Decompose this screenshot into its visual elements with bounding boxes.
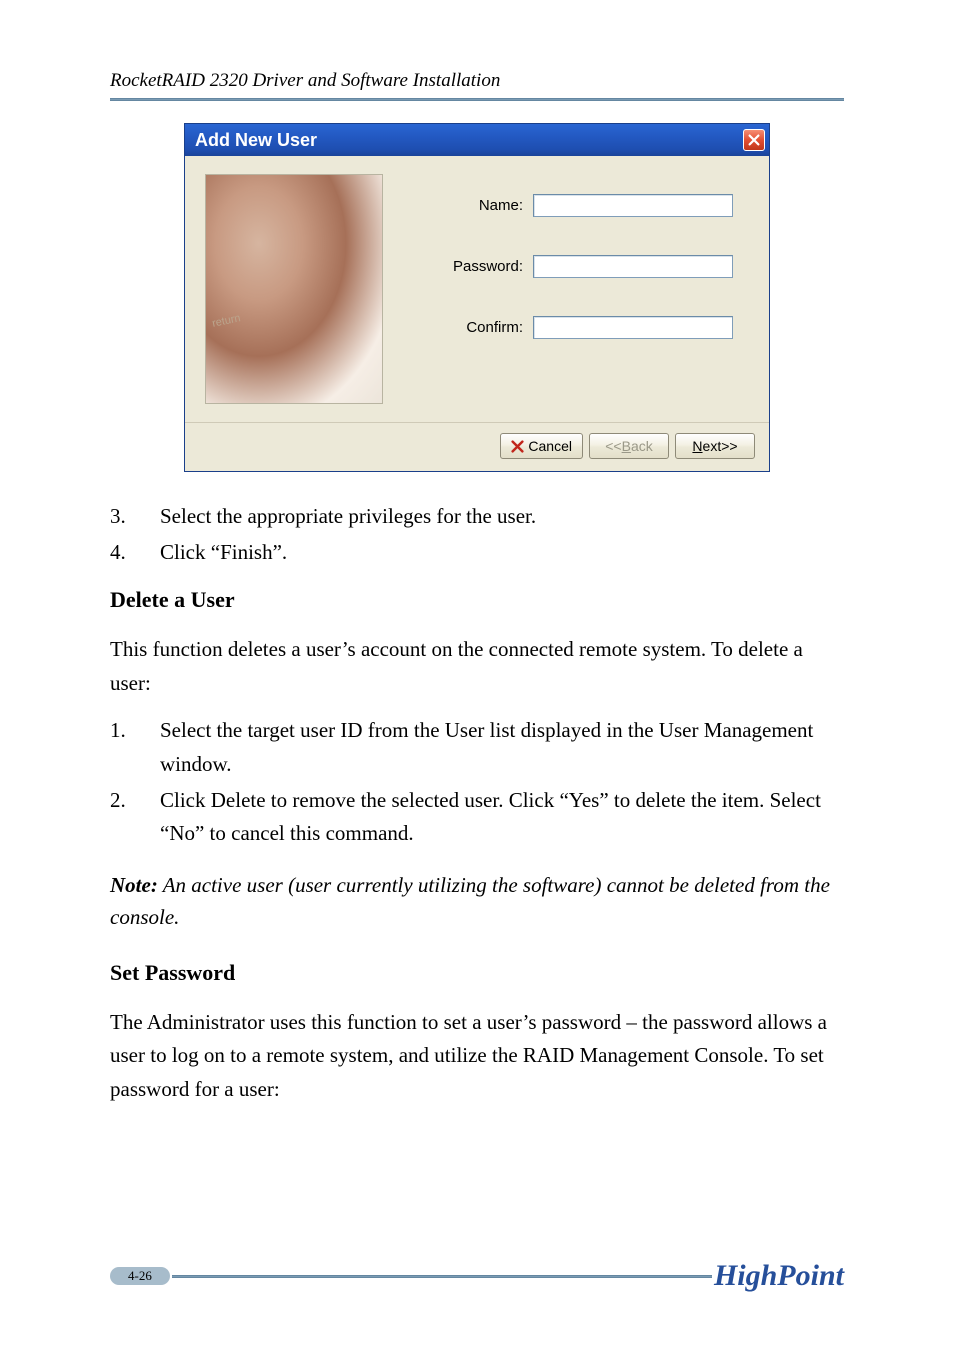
set-password-intro: The Administrator uses this function to … xyxy=(110,1006,844,1107)
password-input[interactable] xyxy=(533,255,733,278)
add-new-user-dialog: Add New User Name: Password: Confirm: xyxy=(184,123,770,472)
list-num: 4. xyxy=(110,536,160,570)
list-item: 1. Select the target user ID from the Us… xyxy=(110,714,844,781)
cancel-label: Cancel xyxy=(528,438,572,454)
dialog-footer: Cancel <<Back Next>> xyxy=(185,423,769,471)
back-pre: << xyxy=(605,438,621,454)
list-num: 3. xyxy=(110,500,160,534)
header-rule xyxy=(110,98,844,101)
next-u: N xyxy=(692,438,702,454)
cancel-button[interactable]: Cancel xyxy=(500,433,583,459)
note-label: Note: xyxy=(110,873,158,897)
list-item: 3. Select the appropriate privileges for… xyxy=(110,500,844,534)
delete-intro: This function deletes a user’s account o… xyxy=(110,633,844,700)
list-text: Select the target user ID from the User … xyxy=(160,714,844,781)
confirm-input[interactable] xyxy=(533,316,733,339)
heading-set-password: Set Password xyxy=(110,960,844,986)
confirm-label: Confirm: xyxy=(413,319,533,336)
password-row: Password: xyxy=(413,255,749,278)
list-after-dialog: 3. Select the appropriate privileges for… xyxy=(110,500,844,569)
footer-rule xyxy=(172,1275,712,1278)
brand-logo: HighPoint xyxy=(714,1259,844,1293)
doc-header-title: RocketRAID 2320 Driver and Software Inst… xyxy=(110,70,844,98)
password-label: Password: xyxy=(413,258,533,275)
name-label: Name: xyxy=(413,197,533,214)
list-item: 4. Click “Finish”. xyxy=(110,536,844,570)
delete-steps-list: 1. Select the target user ID from the Us… xyxy=(110,714,844,850)
next-rest: ext>> xyxy=(703,438,738,454)
next-button[interactable]: Next>> xyxy=(675,433,755,459)
note-text: An active user (user currently utilizing… xyxy=(110,873,830,930)
dialog-body: Name: Password: Confirm: xyxy=(185,156,769,423)
list-item: 2. Click Delete to remove the selected u… xyxy=(110,784,844,851)
list-text: Select the appropriate privileges for th… xyxy=(160,500,844,534)
wizard-side-image xyxy=(205,174,383,404)
page-footer: 4-26 HighPoint xyxy=(110,1259,844,1293)
back-rest: ack xyxy=(631,438,653,454)
list-num: 1. xyxy=(110,714,160,781)
page-number: 4-26 xyxy=(110,1267,170,1285)
name-row: Name: xyxy=(413,194,749,217)
form-column: Name: Password: Confirm: xyxy=(383,174,749,404)
list-num: 2. xyxy=(110,784,160,851)
dialog-titlebar: Add New User xyxy=(185,124,769,156)
note-paragraph: Note: An active user (user currently uti… xyxy=(110,869,844,934)
confirm-row: Confirm: xyxy=(413,316,749,339)
back-u: B xyxy=(622,438,631,454)
dialog-wrapper: Add New User Name: Password: Confirm: xyxy=(110,123,844,472)
dialog-title-text: Add New User xyxy=(195,130,317,151)
list-text: Click Delete to remove the selected user… xyxy=(160,784,844,851)
cancel-x-icon xyxy=(511,440,524,453)
heading-delete-user: Delete a User xyxy=(110,587,844,613)
close-icon[interactable] xyxy=(743,129,765,151)
name-input[interactable] xyxy=(533,194,733,217)
list-text: Click “Finish”. xyxy=(160,536,844,570)
back-button: <<Back xyxy=(589,433,669,459)
